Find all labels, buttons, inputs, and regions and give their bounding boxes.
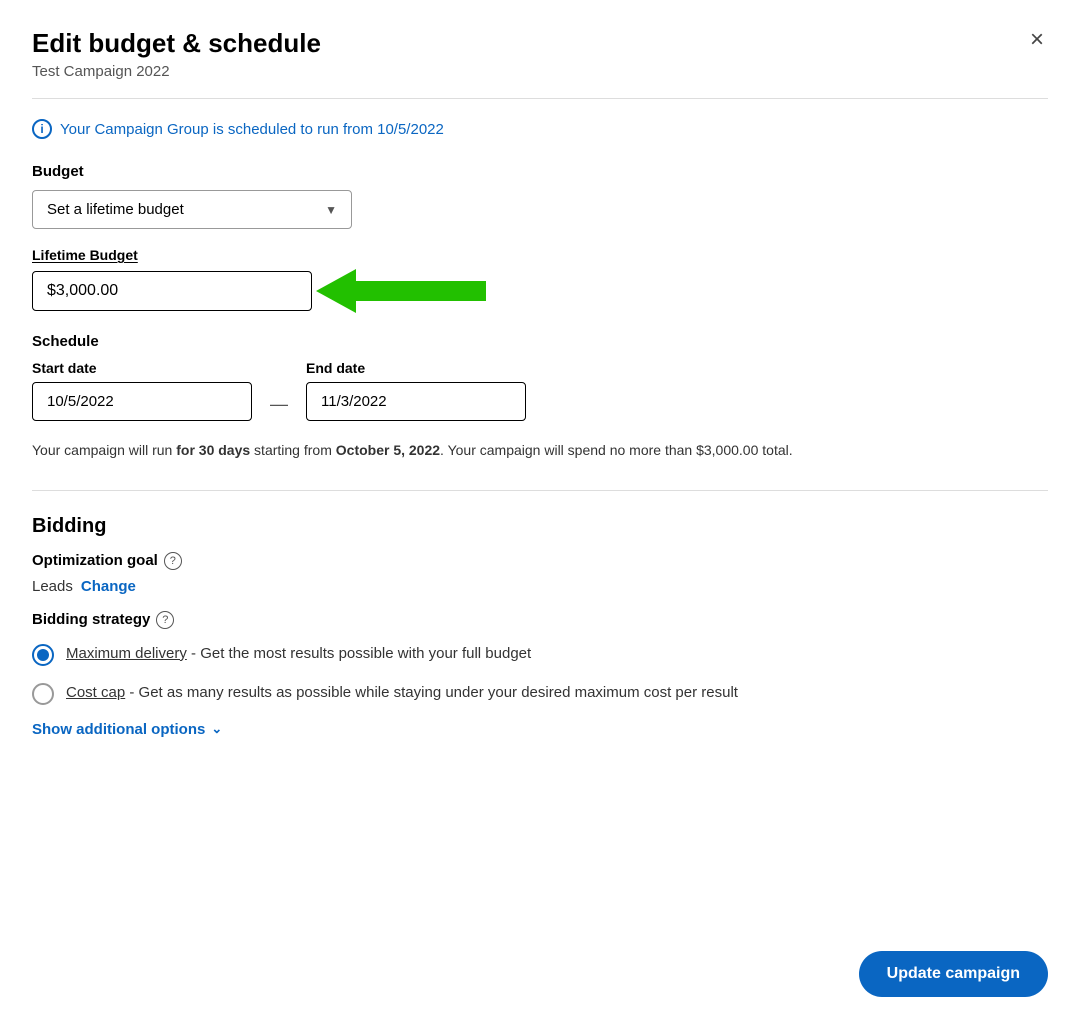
lifetime-budget-input[interactable]: [32, 271, 312, 311]
arrow-indicator: [356, 281, 486, 301]
optimization-goal-label: Optimization goal: [32, 552, 158, 569]
start-date-input[interactable]: [32, 382, 252, 421]
update-campaign-button[interactable]: Update campaign: [859, 951, 1048, 997]
radio-option-maximum-delivery[interactable]: Maximum delivery - Get the most results …: [32, 643, 1048, 666]
schedule-label: Schedule: [32, 333, 1048, 350]
modal-title-group: Edit budget & schedule Test Campaign 202…: [32, 28, 321, 80]
lifetime-budget-label: Lifetime Budget: [32, 247, 1048, 263]
modal-subtitle: Test Campaign 2022: [32, 63, 321, 80]
maximum-delivery-label: Maximum delivery: [66, 645, 187, 662]
start-date-col: Start date: [32, 360, 252, 421]
bidding-strategy-label: Bidding strategy: [32, 611, 150, 628]
budget-input-row: [32, 271, 1048, 311]
bidding-strategy-row: Bidding strategy ?: [32, 611, 1048, 629]
arrow-head: [316, 269, 356, 313]
show-additional-options-link[interactable]: Show additional options ⌄: [32, 721, 1048, 738]
change-link[interactable]: Change: [81, 578, 136, 595]
radio-option-cost-cap[interactable]: Cost cap - Get as many results as possib…: [32, 682, 1048, 705]
optimization-goal-help-icon[interactable]: ?: [164, 552, 182, 570]
start-date-label: Start date: [32, 360, 252, 376]
modal-header: Edit budget & schedule Test Campaign 202…: [32, 28, 1048, 80]
budget-label: Budget: [32, 163, 1048, 180]
radio-maximum-delivery-text: Maximum delivery - Get the most results …: [66, 643, 531, 666]
cost-cap-label: Cost cap: [66, 684, 125, 701]
info-banner: i Your Campaign Group is scheduled to ru…: [32, 119, 1048, 139]
end-date-col: End date: [306, 360, 526, 421]
chevron-down-icon: ▼: [325, 203, 337, 217]
radio-cost-cap[interactable]: [32, 683, 54, 705]
leads-row: Leads Change: [32, 578, 1048, 595]
cost-cap-description: - Get as many results as possible while …: [125, 684, 738, 701]
schedule-section: Schedule Start date — End date Your camp…: [32, 333, 1048, 461]
chevron-down-icon: ⌄: [211, 721, 222, 737]
arrow-shaft: [356, 281, 486, 301]
bidding-section: Bidding Optimization goal ? Leads Change…: [32, 515, 1048, 738]
footer: Update campaign: [859, 951, 1048, 997]
campaign-info-text: Your campaign will run for 30 days start…: [32, 439, 932, 461]
optimization-goal-row: Optimization goal ?: [32, 552, 1048, 570]
modal: Edit budget & schedule Test Campaign 202…: [0, 0, 1080, 1025]
bidding-title: Bidding: [32, 515, 1048, 538]
date-separator: —: [270, 394, 288, 415]
info-banner-text: Your Campaign Group is scheduled to run …: [60, 121, 444, 138]
header-divider: [32, 98, 1048, 99]
modal-title: Edit budget & schedule: [32, 28, 321, 59]
close-button[interactable]: ×: [1026, 24, 1048, 56]
date-row: Start date — End date: [32, 360, 1048, 421]
end-date-input[interactable]: [306, 382, 526, 421]
end-date-label: End date: [306, 360, 526, 376]
budget-dropdown[interactable]: Set a lifetime budget ▼: [32, 190, 352, 229]
maximum-delivery-description: - Get the most results possible with you…: [187, 645, 531, 662]
optimization-goal-value: Leads: [32, 578, 73, 595]
radio-cost-cap-text: Cost cap - Get as many results as possib…: [66, 682, 738, 705]
radio-maximum-delivery[interactable]: [32, 644, 54, 666]
info-icon: i: [32, 119, 52, 139]
bidding-strategy-help-icon[interactable]: ?: [156, 611, 174, 629]
show-additional-options-label: Show additional options: [32, 721, 205, 738]
section-divider: [32, 490, 1048, 491]
budget-section: Budget Set a lifetime budget ▼ Lifetime …: [32, 163, 1048, 311]
budget-dropdown-value: Set a lifetime budget: [47, 201, 184, 218]
